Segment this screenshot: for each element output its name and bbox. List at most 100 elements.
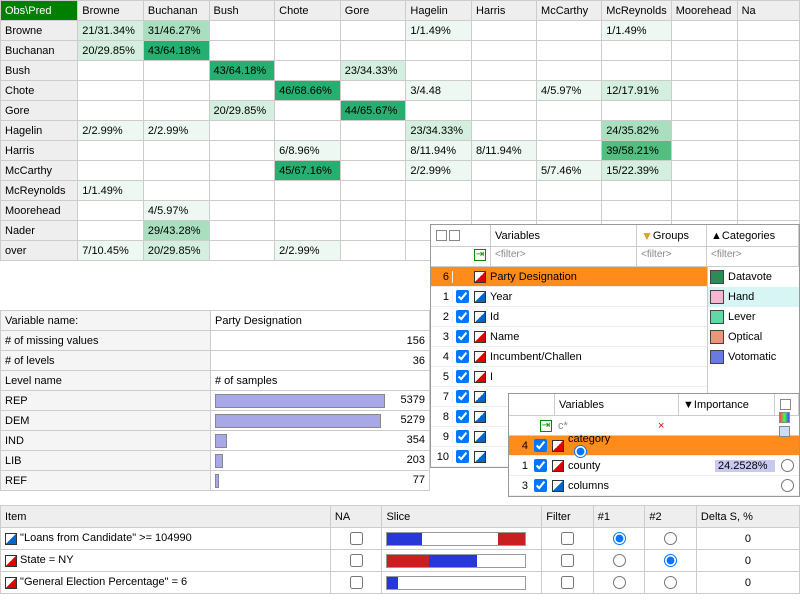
cm-cell[interactable] (602, 41, 672, 61)
cm-cell[interactable] (209, 41, 275, 61)
cm-cell[interactable]: 23/34.33% (340, 61, 406, 81)
cm-cell[interactable] (737, 141, 799, 161)
cm-col-hdr[interactable]: Moorehead (671, 1, 737, 21)
col2-radio[interactable] (664, 554, 677, 567)
level-name[interactable]: REP (1, 391, 211, 411)
cm-cell[interactable]: 8/11.94% (406, 141, 472, 161)
cm-cell[interactable] (737, 121, 799, 141)
cm-cell[interactable] (737, 201, 799, 221)
cm-cell[interactable]: 2/2.99% (275, 241, 341, 261)
cm-cell[interactable] (537, 121, 602, 141)
cm-cell[interactable] (472, 101, 537, 121)
cm-cell[interactable]: 3/4.48 (406, 81, 472, 101)
cm-cell[interactable] (275, 121, 341, 141)
items-col-hdr[interactable]: Filter (542, 506, 594, 528)
cm-cell[interactable] (78, 61, 144, 81)
cm-cell[interactable] (472, 41, 537, 61)
cm-cell[interactable]: 8/11.94% (472, 141, 537, 161)
cm-cell[interactable] (78, 201, 144, 221)
cm-cell[interactable]: 39/58.21% (602, 141, 672, 161)
cm-cell[interactable] (275, 221, 341, 241)
cm-cell[interactable]: 4/5.97% (537, 81, 602, 101)
cm-cell[interactable] (602, 61, 672, 81)
cm-cell[interactable] (143, 61, 209, 81)
cm-row-hdr[interactable]: Nader (1, 221, 78, 241)
cm-cell[interactable]: 4/5.97% (143, 201, 209, 221)
na-checkbox[interactable] (350, 554, 363, 567)
cm-cell[interactable] (275, 181, 341, 201)
variable-row[interactable]: 4Incumbent/Challen (431, 347, 707, 367)
sort-icon[interactable]: ⇥ (540, 420, 552, 432)
cm-cell[interactable] (209, 21, 275, 41)
cm-row-hdr[interactable]: Moorehead (1, 201, 78, 221)
cm-cell[interactable]: 2/2.99% (406, 161, 472, 181)
cm-cell[interactable] (340, 41, 406, 61)
item-cell[interactable]: State = NY (1, 550, 331, 572)
cm-cell[interactable]: 44/65.67% (340, 101, 406, 121)
cm-col-hdr[interactable]: Buchanan (143, 1, 209, 21)
cm-cell[interactable] (537, 21, 602, 41)
cm-cell[interactable]: 43/64.18% (209, 61, 275, 81)
var-checkbox[interactable] (456, 370, 469, 383)
cm-cell[interactable]: 20/29.85% (78, 41, 144, 61)
cm-cell[interactable] (143, 81, 209, 101)
cm-cell[interactable] (275, 101, 341, 121)
cm-cell[interactable] (472, 21, 537, 41)
items-col-hdr[interactable]: Item (1, 506, 331, 528)
cm-cell[interactable]: 5/7.46% (537, 161, 602, 181)
category-item[interactable]: Hand (708, 287, 799, 307)
cm-cell[interactable] (472, 61, 537, 81)
cm-cell[interactable] (737, 161, 799, 181)
cm-cell[interactable] (671, 181, 737, 201)
cm-cell[interactable] (340, 81, 406, 101)
var-checkbox[interactable] (456, 290, 469, 303)
level-name[interactable]: LIB (1, 451, 211, 471)
importance-row[interactable]: 4category (509, 436, 799, 456)
cm-cell[interactable] (340, 181, 406, 201)
clear-icon[interactable]: × (655, 420, 679, 432)
cm-cell[interactable] (209, 161, 275, 181)
cm-cell[interactable]: 6/8.96% (275, 141, 341, 161)
var-checkbox[interactable] (456, 410, 469, 423)
var-checkbox[interactable] (534, 479, 547, 492)
cm-cell[interactable] (602, 101, 672, 121)
cm-cell[interactable]: 46/68.66% (275, 81, 341, 101)
cm-cell[interactable] (602, 181, 672, 201)
variable-row-selected[interactable]: 6 Party Designation (431, 267, 707, 287)
select-radio[interactable] (781, 459, 794, 472)
filter-input[interactable]: <filter> (491, 247, 637, 266)
cm-cell[interactable] (143, 141, 209, 161)
cm-col-hdr[interactable]: McCarthy (537, 1, 602, 21)
cm-cell[interactable] (78, 81, 144, 101)
cm-cell[interactable] (537, 101, 602, 121)
cm-col-hdr[interactable]: McReynolds (602, 1, 672, 21)
cm-cell[interactable] (737, 101, 799, 121)
var-checkbox[interactable] (534, 459, 547, 472)
var-checkbox[interactable] (456, 390, 469, 403)
cm-cell[interactable] (340, 201, 406, 221)
items-col-hdr[interactable]: Slice (382, 506, 542, 528)
cm-cell[interactable] (275, 201, 341, 221)
var-checkbox[interactable] (456, 430, 469, 443)
btn-icon[interactable] (780, 399, 791, 410)
cm-cell[interactable] (209, 141, 275, 161)
variable-row[interactable]: 5I (431, 367, 707, 387)
filter-input[interactable]: <filter> (707, 247, 799, 266)
cm-row-hdr[interactable]: McReynolds (1, 181, 78, 201)
items-col-hdr[interactable]: NA (330, 506, 382, 528)
items-col-hdr[interactable]: #1 (593, 506, 645, 528)
importance-row[interactable]: 3columns (509, 476, 799, 496)
cm-cell[interactable] (671, 81, 737, 101)
cm-cell[interactable]: 43/64.18% (143, 41, 209, 61)
select-radio[interactable] (574, 445, 587, 458)
cm-cell[interactable] (671, 41, 737, 61)
cm-cell[interactable]: 20/29.85% (209, 101, 275, 121)
funnel-icon[interactable]: ▼ (641, 229, 653, 243)
cm-cell[interactable] (737, 181, 799, 201)
sort-icon[interactable]: ⇥ (474, 249, 486, 261)
cm-cell[interactable] (537, 181, 602, 201)
cm-cell[interactable] (671, 61, 737, 81)
palette-icon[interactable] (779, 412, 790, 423)
cm-cell[interactable] (671, 21, 737, 41)
cm-cell[interactable] (340, 141, 406, 161)
